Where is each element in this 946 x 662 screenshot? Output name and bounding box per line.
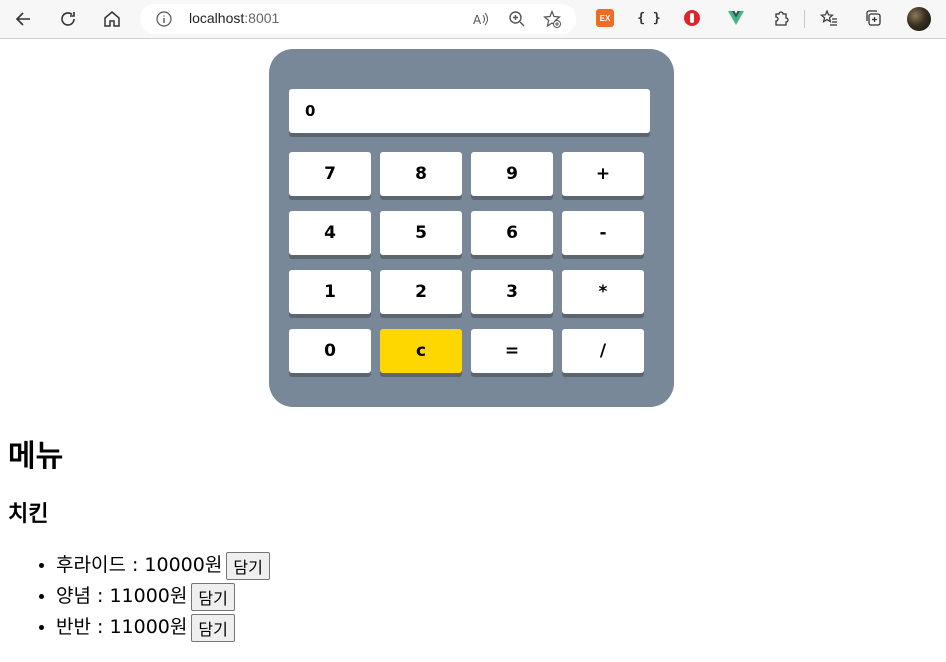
menu-item-price: 11000원	[109, 616, 188, 638]
add-to-cart-button[interactable]: 담기	[191, 613, 235, 642]
menu-list: 후라이드 : 10000원담기 양념 : 11000원담기 반반 : 11000…	[0, 550, 270, 643]
refresh-icon[interactable]	[55, 6, 81, 32]
read-aloud-icon[interactable]: A	[472, 10, 490, 28]
calculator: 0 7 8 9 + 4 5 6 - 1 2 3 * 0 c = /	[269, 49, 674, 407]
back-icon[interactable]	[11, 6, 37, 32]
extension-json-icon[interactable]: { }	[636, 9, 662, 27]
home-icon[interactable]	[99, 6, 125, 32]
key-1[interactable]: 1	[289, 270, 371, 314]
url-text[interactable]: localhost:8001	[189, 10, 279, 26]
extension-ex-icon[interactable]: EX	[596, 9, 614, 27]
extensions-puzzle-icon[interactable]	[772, 9, 790, 27]
category-title: 치킨	[8, 502, 49, 527]
extension-vue-icon[interactable]	[727, 9, 745, 27]
key-equals[interactable]: =	[471, 329, 553, 373]
menu-title: 메뉴	[8, 439, 64, 474]
key-9[interactable]: 9	[471, 152, 553, 196]
browser-toolbar: localhost:8001 A EX { }	[0, 0, 946, 39]
calculator-keypad: 7 8 9 + 4 5 6 - 1 2 3 * 0 c = /	[289, 152, 644, 373]
key-0[interactable]: 0	[289, 329, 371, 373]
key-4[interactable]: 4	[289, 211, 371, 255]
key-divide[interactable]: /	[562, 329, 644, 373]
menu-item: 후라이드 : 10000원담기	[56, 550, 270, 581]
menu-item-price: 11000원	[109, 585, 188, 607]
menu-item: 양념 : 11000원담기	[56, 581, 270, 612]
menu-item-name: 반반	[56, 616, 91, 638]
add-to-cart-button[interactable]: 담기	[191, 582, 235, 611]
menu-item-separator: :	[90, 585, 110, 607]
favorite-add-icon[interactable]	[543, 10, 561, 28]
key-3[interactable]: 3	[471, 270, 553, 314]
key-6[interactable]: 6	[471, 211, 553, 255]
key-multiply[interactable]: *	[562, 270, 644, 314]
info-icon[interactable]	[156, 11, 172, 27]
calculator-display: 0	[289, 89, 650, 133]
key-5[interactable]: 5	[380, 211, 462, 255]
key-7[interactable]: 7	[289, 152, 371, 196]
toolbar-separator	[804, 10, 805, 28]
menu-item-separator: :	[125, 554, 145, 576]
add-to-cart-button[interactable]: 담기	[226, 551, 270, 580]
svg-text:A: A	[473, 13, 482, 27]
menu-item-separator: :	[90, 616, 110, 638]
url-host: localhost	[189, 10, 245, 26]
menu-item-name: 후라이드	[56, 554, 126, 576]
key-2[interactable]: 2	[380, 270, 462, 314]
key-8[interactable]: 8	[380, 152, 462, 196]
key-plus[interactable]: +	[562, 152, 644, 196]
menu-item-price: 10000원	[144, 554, 223, 576]
profile-avatar[interactable]	[907, 7, 931, 31]
address-bar[interactable]: localhost:8001 A	[140, 4, 576, 34]
favorites-icon[interactable]	[820, 9, 838, 27]
key-minus[interactable]: -	[562, 211, 644, 255]
collections-icon[interactable]	[864, 9, 882, 27]
url-port: :8001	[244, 10, 280, 26]
zoom-icon[interactable]	[508, 10, 526, 28]
menu-item: 반반 : 11000원담기	[56, 612, 270, 643]
extension-adblock-icon[interactable]	[683, 9, 701, 27]
key-clear[interactable]: c	[380, 329, 462, 373]
menu-item-name: 양념	[56, 585, 91, 607]
